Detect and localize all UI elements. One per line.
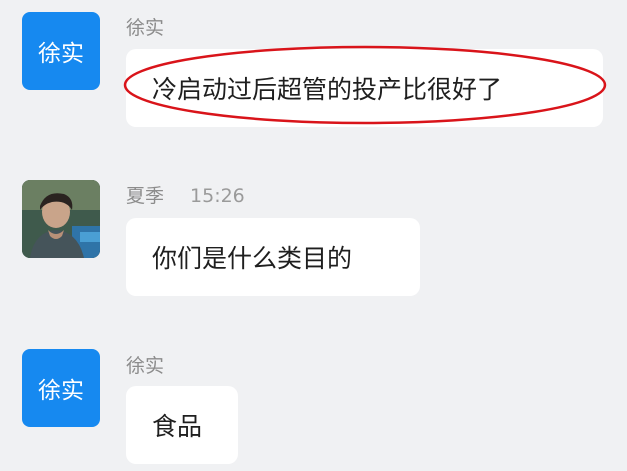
message-text: 冷启动过后超管的投产比很好了 <box>152 75 503 104</box>
message-bubble[interactable]: 你们是什么类目的 <box>126 218 420 296</box>
message-bubble[interactable]: 冷启动过后超管的投产比很好了 <box>126 49 603 127</box>
sender-name: 夏季 15:26 <box>126 181 245 208</box>
sender-name-label: 夏季 <box>126 185 165 207</box>
message-text: 食品 <box>152 412 203 441</box>
avatar[interactable]: 徐实 <box>22 349 100 427</box>
sender-name-label: 徐实 <box>126 355 165 377</box>
message-bubble[interactable]: 食品 <box>126 386 238 464</box>
avatar[interactable]: 徐实 <box>22 12 100 90</box>
sender-name-label: 徐实 <box>126 17 165 39</box>
sender-name: 徐实 <box>126 13 164 40</box>
message-text: 你们是什么类目的 <box>152 244 353 273</box>
avatar-initials: 徐实 <box>38 378 84 404</box>
user-photo-icon <box>22 180 100 258</box>
message-timestamp: 15:26 <box>190 185 245 207</box>
avatar[interactable] <box>22 180 100 258</box>
avatar-initials: 徐实 <box>38 41 84 67</box>
sender-name: 徐实 <box>126 351 164 378</box>
